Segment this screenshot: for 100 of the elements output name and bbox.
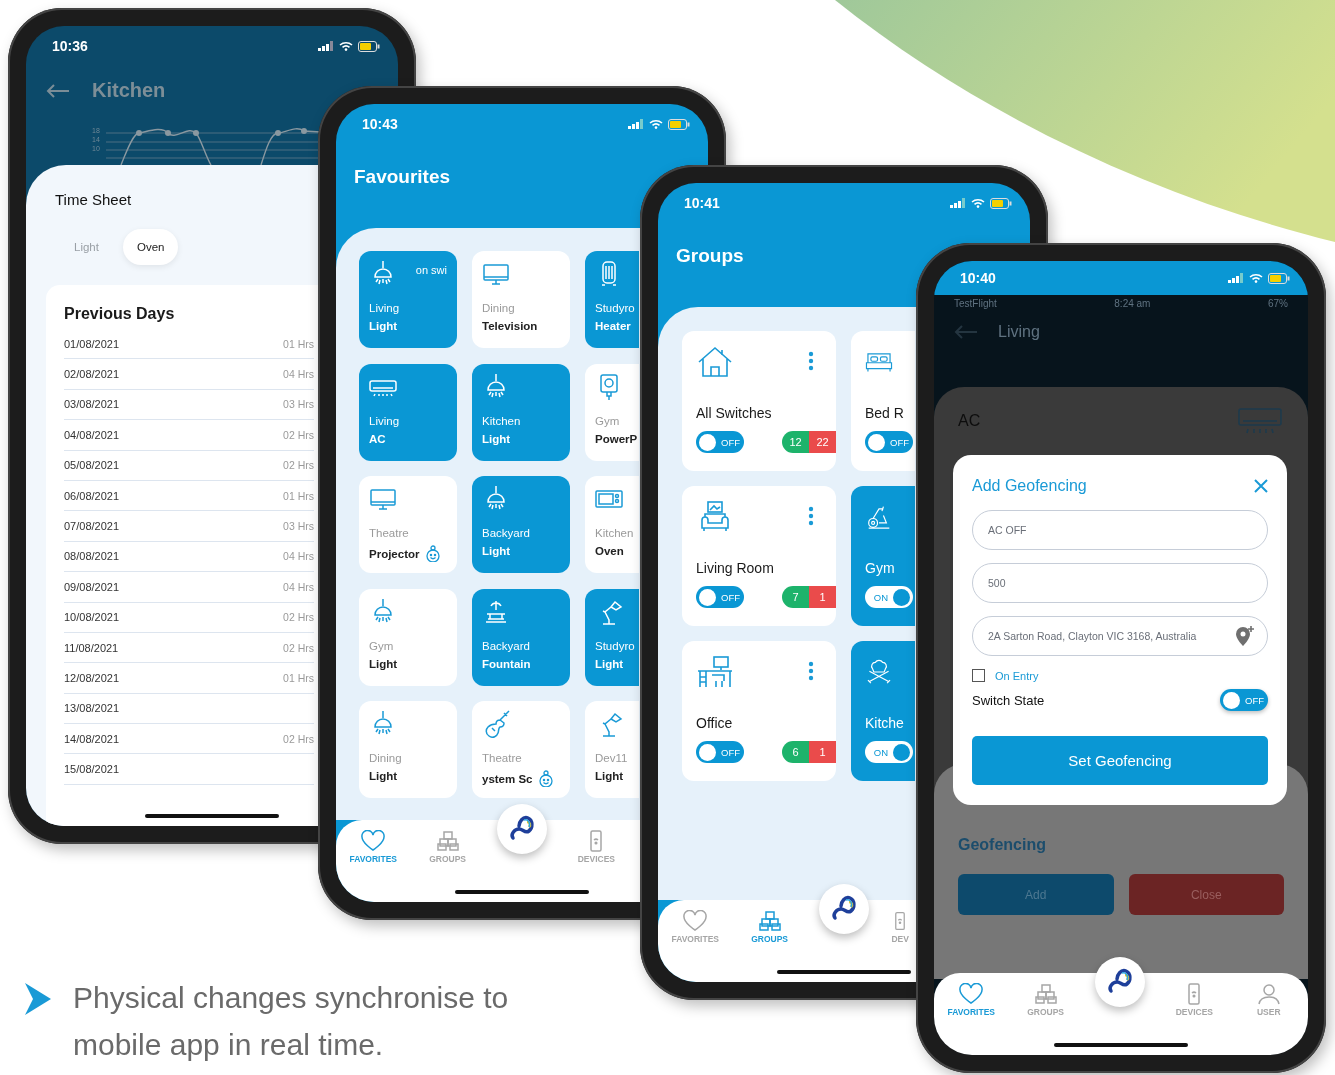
device-tile[interactable]: Dining Light (359, 701, 457, 798)
wifi-icon (339, 41, 353, 51)
back-arrow-icon[interactable] (46, 83, 70, 98)
device-tile[interactable]: Gym PowerP (585, 363, 639, 461)
add-button[interactable]: Add (958, 874, 1114, 915)
add-location-icon[interactable] (1235, 625, 1255, 647)
device-tile[interactable]: Theatre Projector (359, 476, 457, 573)
more-options-icon[interactable] (808, 351, 814, 371)
device-tile[interactable]: Backyard Light (472, 476, 570, 573)
group-card[interactable]: Bed R OFF (851, 331, 915, 471)
device-label: Television (482, 320, 538, 332)
device-tile[interactable]: Dining Television (472, 251, 570, 348)
battery-icon (668, 118, 690, 130)
date-text: 02/08/2021 (64, 368, 120, 381)
app-logo-button[interactable] (496, 804, 547, 854)
device-tile[interactable]: Studyro Light (585, 588, 639, 686)
signal-icon (950, 198, 966, 208)
group-card[interactable]: Living Room OFF 7 1 (682, 486, 836, 626)
hours-text: 03 Hrs (283, 398, 314, 411)
group-name: Bed R (865, 405, 905, 421)
clock-text: 8:24 am (1114, 298, 1151, 309)
hours-text: 02 Hrs (283, 459, 314, 472)
air-conditioner-icon (1238, 407, 1282, 435)
cubes-icon (1032, 983, 1059, 1005)
device-tile[interactable]: Dev11 Light (585, 701, 639, 798)
card-title: Previous Days (64, 305, 176, 323)
nav-tab[interactable]: GROUPS (751, 910, 788, 944)
filter-tab[interactable]: Oven (122, 229, 179, 265)
toggle-switch[interactable]: OFF (696, 586, 744, 608)
room-label: Backyard (482, 639, 531, 652)
battery-icon (1268, 272, 1290, 284)
date-text: 12/08/2021 (64, 672, 120, 684)
date-text: 01/08/2021 (64, 337, 120, 350)
nav-tab[interactable]: DEV (889, 910, 912, 944)
room-label: Kitchen (482, 414, 522, 427)
nav-tab[interactable]: GROUPS (1027, 983, 1064, 1017)
heart-icon (958, 983, 985, 1005)
room-label: Living (369, 414, 401, 427)
device-label: Light (482, 545, 511, 557)
device-tile[interactable]: Studyro Heater (585, 251, 639, 348)
toggle-switch[interactable]: OFF (696, 431, 744, 453)
more-options-icon[interactable] (808, 661, 814, 681)
signal-icon (628, 119, 644, 129)
hours-text: 01 Hrs (283, 672, 314, 684)
date-text: 07/08/2021 (64, 520, 120, 533)
app-logo-button[interactable] (818, 884, 869, 934)
toggle-switch[interactable]: ON (865, 586, 913, 608)
chevron-icon (25, 983, 51, 1015)
nav-tab[interactable]: USER (1255, 983, 1282, 1017)
set-geofencing-button[interactable]: Set Geofencing (972, 736, 1268, 785)
device-tile[interactable]: Theatre ystem Sc (472, 701, 570, 798)
group-card[interactable]: Office OFF 6 1 (682, 641, 836, 781)
device-label: AC (369, 432, 386, 445)
date-text: 03/08/2021 (64, 398, 120, 411)
more-options-icon[interactable] (808, 506, 814, 526)
heart-icon (360, 830, 387, 852)
date-text: 09/08/2021 (64, 580, 120, 593)
status-time: 10:36 (52, 38, 88, 54)
device-tile[interactable]: Backyard Fountain (472, 588, 570, 686)
nav-tab[interactable]: GROUPS (429, 830, 466, 864)
group-card[interactable]: Kitche ON (851, 641, 915, 781)
on-count: 6 (782, 741, 809, 763)
nav-tab[interactable]: DEVICES (1175, 983, 1214, 1017)
device-label: Oven (595, 545, 624, 557)
screen-title: Kitchen (92, 79, 166, 102)
device-tile[interactable]: Living AC (359, 363, 457, 461)
close-button[interactable]: Close (1128, 874, 1284, 915)
toggle-switch[interactable]: OFF (1220, 689, 1268, 711)
hours-text: 02 Hrs (283, 641, 314, 654)
house-icon (696, 345, 734, 379)
date-text: 11/08/2021 (64, 641, 119, 654)
device-tile[interactable]: on swi Living Light (359, 251, 457, 348)
section-title: Time Sheet (54, 191, 133, 208)
device-tile[interactable]: Gym Light (359, 588, 457, 686)
nav-tab[interactable]: DEVICES (577, 830, 616, 864)
person-icon (1255, 983, 1282, 1005)
group-card[interactable]: All Switches OFF 12 22 (682, 331, 836, 471)
device-tile[interactable]: Kitchen Oven (585, 476, 639, 573)
device-label: Fountain (482, 657, 531, 670)
device-tile[interactable]: Kitchen Light (472, 363, 570, 461)
nav-tab[interactable]: FAVORITES (349, 830, 397, 864)
checkbox[interactable] (972, 669, 985, 682)
signal-icon (1228, 273, 1244, 283)
group-card[interactable]: Gym ON (851, 486, 915, 626)
hours-text: 04 Hrs (283, 550, 314, 563)
room-label: Gym (369, 639, 395, 652)
app-logo-button[interactable] (1094, 957, 1145, 1007)
nav-tab[interactable]: FAVORITES (947, 983, 995, 1017)
room-label: Theatre (482, 752, 523, 764)
room-label: Dev11 (595, 752, 629, 764)
close-icon[interactable] (1254, 479, 1268, 493)
toggle-switch[interactable]: ON (865, 741, 913, 763)
filter-tab[interactable]: Light (60, 229, 113, 265)
checkbox-label: On Entry (995, 669, 1039, 682)
toggle-switch[interactable]: OFF (865, 431, 913, 453)
section-title: Geofencing (958, 836, 1047, 854)
cubes-icon (756, 910, 783, 932)
toggle-switch[interactable]: OFF (696, 741, 744, 763)
hours-text: 02 Hrs (283, 428, 314, 441)
nav-tab[interactable]: FAVORITES (671, 910, 719, 944)
